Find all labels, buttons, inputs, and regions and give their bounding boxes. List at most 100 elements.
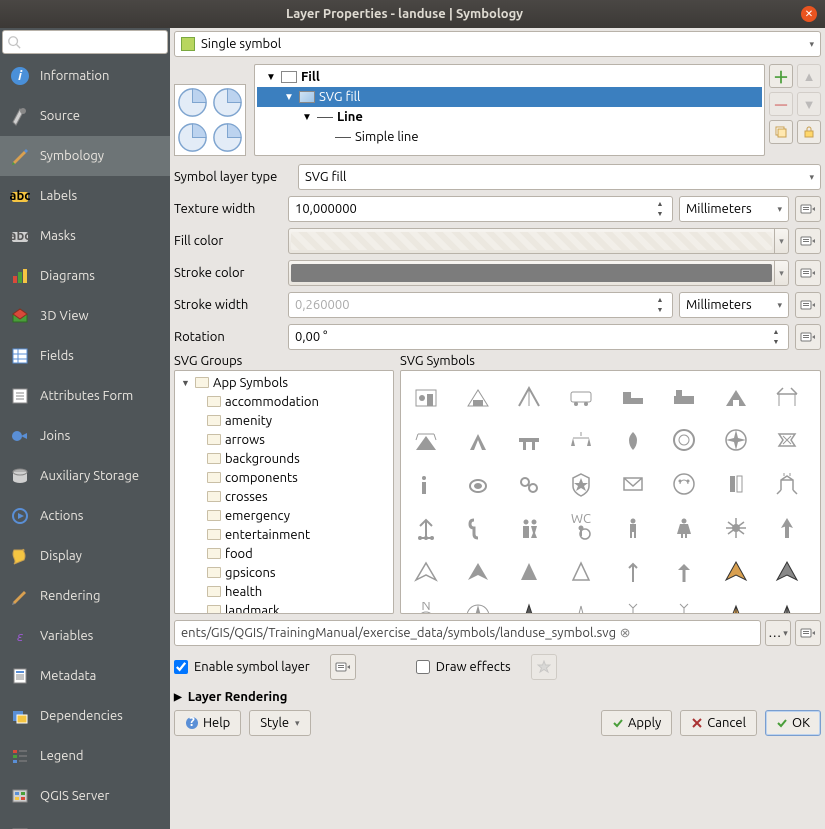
svg-symbol-item[interactable] (459, 597, 497, 614)
svg-symbol-item[interactable] (665, 421, 703, 459)
svg-symbol-item[interactable] (665, 465, 703, 503)
svg-group-backgrounds[interactable]: backgrounds (177, 449, 391, 468)
tree-item-svg-fill[interactable]: ▼SVG fill (257, 87, 762, 107)
tree-item-line[interactable]: ▼Line (257, 107, 762, 127)
svg-symbol-item[interactable] (768, 597, 806, 614)
stroke-color-override-button[interactable] (795, 260, 821, 286)
svg-symbol-item[interactable] (510, 509, 548, 547)
sidebar-item-attributes-form[interactable]: Attributes Form (0, 376, 170, 416)
svg-symbol-item[interactable] (407, 553, 445, 591)
svg-group-entertainment[interactable]: entertainment (177, 525, 391, 544)
renderer-type-combo[interactable]: Single symbol ▾ (174, 31, 821, 57)
svg-group-gpsicons[interactable]: gpsicons (177, 563, 391, 582)
svg-symbol-item[interactable]: N (407, 597, 445, 614)
cancel-button[interactable]: Cancel (680, 710, 757, 736)
tree-item-simple-line[interactable]: Simple line (257, 127, 762, 147)
svg-symbol-item[interactable] (768, 421, 806, 459)
draw-effects-checkbox[interactable]: Draw effects (416, 660, 511, 674)
layer-rendering-section[interactable]: ▶ Layer Rendering (174, 690, 821, 704)
tree-item-fill[interactable]: ▼Fill (257, 67, 762, 87)
svg-symbol-item[interactable] (614, 421, 652, 459)
svg-symbol-item[interactable] (614, 377, 652, 415)
svg-group-root[interactable]: ▼App Symbols (177, 373, 391, 392)
svg-group-landmark[interactable]: landmark (177, 601, 391, 614)
enable-layer-override-button[interactable] (330, 654, 356, 680)
svg-symbol-item[interactable] (768, 377, 806, 415)
stroke-width-unit-select[interactable]: Millimeters▾ (679, 292, 789, 318)
sidebar-item-symbology[interactable]: Symbology (0, 136, 170, 176)
svg-symbol-item[interactable] (562, 553, 600, 591)
svg-symbol-item[interactable] (717, 377, 755, 415)
svg-symbol-item[interactable] (459, 377, 497, 415)
stroke-color-button[interactable]: ▾ (288, 260, 789, 286)
svg-symbol-item[interactable]: WC (562, 509, 600, 547)
browse-svg-button[interactable]: …▾ (765, 620, 791, 646)
sidebar-item-masks[interactable]: abcMasks (0, 216, 170, 256)
stroke-width-spinner[interactable]: ▲▼ (654, 295, 666, 315)
svg-group-arrows[interactable]: arrows (177, 430, 391, 449)
svg-symbol-item[interactable] (665, 377, 703, 415)
svg-group-emergency[interactable]: emergency (177, 506, 391, 525)
svg-groups-tree[interactable]: ▼App Symbolsaccommodationamenityarrowsba… (174, 370, 394, 614)
symbol-layer-tree[interactable]: ▼Fill▼SVG fill▼LineSimple line (254, 64, 765, 156)
svg-symbol-item[interactable] (717, 509, 755, 547)
svg-group-health[interactable]: health (177, 582, 391, 601)
svg-symbol-item[interactable] (459, 465, 497, 503)
texture-width-unit-select[interactable]: Millimeters▾ (679, 196, 789, 222)
svg-symbol-item[interactable] (510, 377, 548, 415)
fill-color-button[interactable]: ▾ (288, 228, 789, 254)
svg-symbols-grid[interactable]: WC N (400, 370, 821, 614)
sidebar-item-source[interactable]: Source (0, 96, 170, 136)
move-down-button[interactable]: ▼ (797, 92, 821, 116)
sidebar-search[interactable] (2, 30, 168, 54)
close-button[interactable]: ✕ (801, 6, 817, 22)
help-button[interactable]: ? Help (174, 710, 241, 736)
svg-symbol-item[interactable] (562, 597, 600, 614)
svg-group-food[interactable]: food (177, 544, 391, 563)
sidebar-item-metadata[interactable]: Metadata (0, 656, 170, 696)
svg-symbol-item[interactable] (665, 597, 703, 614)
svg-symbol-item[interactable] (510, 597, 548, 614)
svg-symbol-item[interactable] (665, 509, 703, 547)
sidebar-item-3d-view[interactable]: 3D View (0, 296, 170, 336)
svg-symbol-item[interactable] (614, 553, 652, 591)
svg-symbol-item[interactable] (510, 553, 548, 591)
svg-symbol-item[interactable] (459, 421, 497, 459)
svg-symbol-item[interactable] (614, 597, 652, 614)
sidebar-item-legend[interactable]: Legend (0, 736, 170, 776)
sidebar-item-auxiliary-storage[interactable]: Auxiliary Storage (0, 456, 170, 496)
sidebar-item-qgis-server[interactable]: QGIS Server (0, 776, 170, 816)
texture-width-spinner[interactable]: ▲▼ (654, 199, 666, 219)
rotation-override-button[interactable] (795, 324, 821, 350)
svg-symbol-item[interactable] (717, 465, 755, 503)
sidebar-item-variables[interactable]: εVariables (0, 616, 170, 656)
svg-symbol-item[interactable] (562, 465, 600, 503)
rotation-spinner[interactable]: ▲▼ (770, 327, 782, 347)
add-symbol-layer-button[interactable]: ＋ (769, 64, 793, 88)
svg-symbol-item[interactable] (768, 465, 806, 503)
ok-button[interactable]: OK (765, 710, 821, 736)
svg-path-input[interactable]: ents/GIS/QGIS/TrainingManual/exercise_da… (174, 620, 761, 646)
svg-symbol-item[interactable] (665, 553, 703, 591)
svg-symbol-item[interactable] (717, 421, 755, 459)
svg-symbol-item[interactable] (717, 553, 755, 591)
svg-group-accommodation[interactable]: accommodation (177, 392, 391, 411)
svg-symbol-item[interactable] (510, 421, 548, 459)
svg-symbol-item[interactable] (459, 553, 497, 591)
svg-group-crosses[interactable]: crosses (177, 487, 391, 506)
stroke-width-override-button[interactable] (795, 292, 821, 318)
move-up-button[interactable]: ▲ (797, 64, 821, 88)
svg-symbol-item[interactable] (407, 377, 445, 415)
sidebar-item-rendering[interactable]: Rendering (0, 576, 170, 616)
fill-color-override-button[interactable] (795, 228, 821, 254)
sidebar-item-diagrams[interactable]: Diagrams (0, 256, 170, 296)
svg-path-override-button[interactable] (795, 620, 821, 646)
clear-path-button[interactable]: ⊗ (616, 626, 634, 641)
remove-symbol-layer-button[interactable]: － (769, 92, 793, 116)
sidebar-item-digitizing[interactable]: Digitizing (0, 816, 170, 829)
svg-symbol-item[interactable] (768, 509, 806, 547)
svg-symbol-item[interactable] (459, 509, 497, 547)
draw-effects-config-button[interactable] (531, 654, 557, 680)
svg-symbol-item[interactable] (407, 421, 445, 459)
sidebar-item-display[interactable]: Display (0, 536, 170, 576)
